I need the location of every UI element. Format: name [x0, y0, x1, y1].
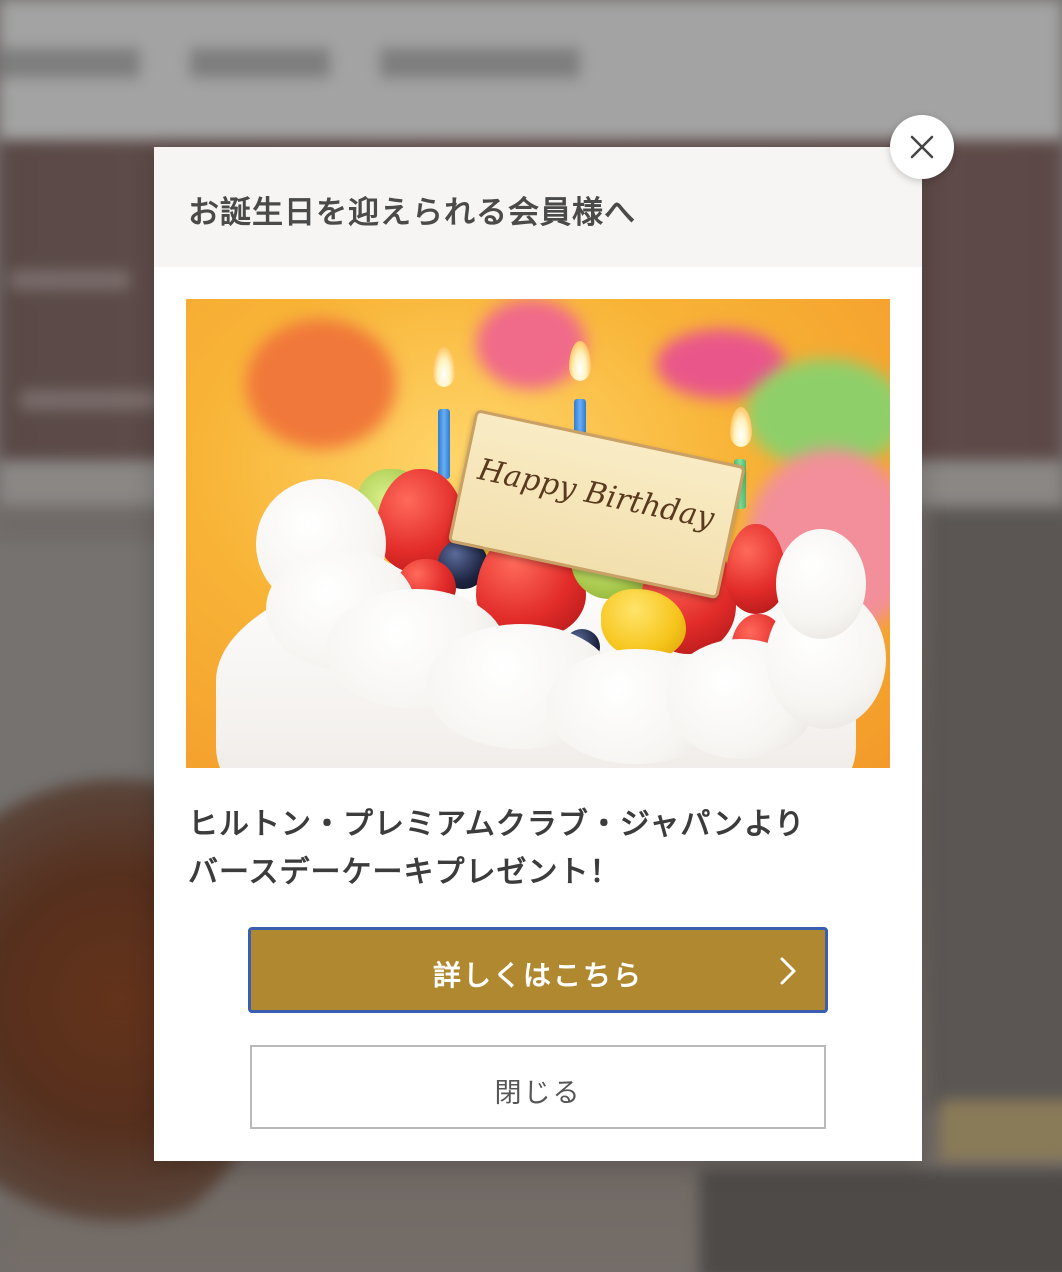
page: お誕生日を迎えられる会員様へ Happy Birthday ヒルトン・プレミアム… [0, 0, 1062, 1272]
promo-description-line: バースデーケーキプレゼント！ [188, 855, 621, 890]
close-button-label: 閉じる [494, 1078, 582, 1109]
candle-flame [569, 341, 591, 381]
modal-header: お誕生日を迎えられる会員様へ [154, 147, 922, 267]
promo-description: ヒルトン・プレミアムクラブ・ジャパンより バースデーケーキプレゼント！ [188, 801, 805, 897]
close-modal-button[interactable] [890, 115, 954, 179]
close-button[interactable]: 閉じる [250, 1045, 826, 1129]
promo-description-line: ヒルトン・プレミアムクラブ・ジャパンより [188, 807, 806, 842]
details-button[interactable]: 詳しくはこちら [248, 927, 828, 1013]
plaque-text: Happy Birthday [474, 452, 718, 537]
close-icon [910, 135, 934, 159]
candle-flame [433, 347, 455, 387]
chevron-right-icon [780, 957, 796, 985]
details-button-label: 詳しくはこちら [432, 959, 643, 992]
modal-title: お誕生日を迎えられる会員様へ [188, 195, 636, 231]
birthday-modal: お誕生日を迎えられる会員様へ Happy Birthday ヒルトン・プレミアム… [154, 147, 922, 1161]
birthday-cake-image: Happy Birthday [186, 299, 890, 768]
